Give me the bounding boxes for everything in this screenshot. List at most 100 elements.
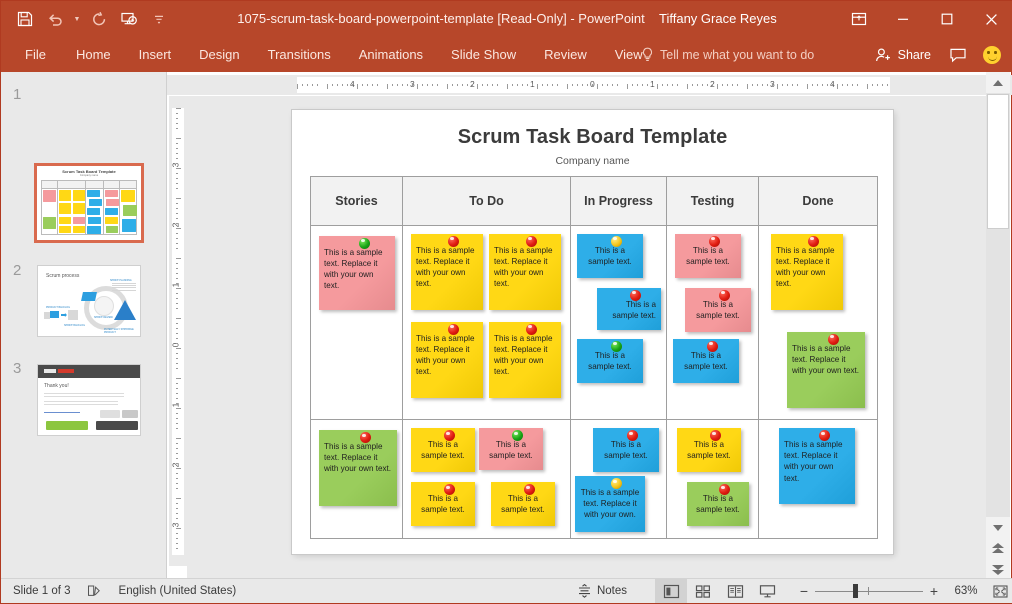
reading-view-button[interactable] — [719, 579, 751, 603]
scroll-down-icon[interactable] — [986, 517, 1010, 538]
slide-sorter-button[interactable] — [687, 579, 719, 603]
next-slide-icon[interactable] — [986, 559, 1010, 580]
spelling-icon[interactable] — [79, 579, 111, 603]
cell-testing-2[interactable]: This is a sample text. This is a sample t… — [667, 420, 759, 539]
sticky-note-text: This is a sample text. — [687, 440, 731, 461]
zoom-level[interactable]: 63% — [945, 585, 987, 597]
sticky-note[interactable]: This is a sample text. — [673, 338, 739, 383]
sticky-note[interactable]: This is a sample text. Replace it with y… — [319, 430, 397, 506]
slide-editing-area[interactable]: Scrum Task Board Template Company name S… — [187, 96, 987, 580]
scrollbar-thumb[interactable] — [987, 94, 1009, 229]
maximize-icon[interactable] — [925, 1, 969, 37]
slide-subtitle[interactable]: Company name — [292, 155, 893, 167]
cell-done-2[interactable]: This is a sample text. Replace it with y… — [759, 420, 877, 538]
sticky-note[interactable]: This is a sample text. — [479, 428, 543, 470]
sticky-note-text: This is a sample text. — [489, 440, 533, 461]
cell-progress-1[interactable]: This is a sample text. This is a sample t… — [571, 225, 667, 419]
pushpin-icon — [611, 235, 622, 247]
slide-show-button[interactable] — [751, 579, 783, 603]
tab-slide-show[interactable]: Slide Show — [437, 37, 530, 72]
cell-testing-1[interactable]: This is a sample text. This is a sample t… — [667, 225, 759, 419]
slide-thumbnail-3[interactable]: Thank you! — [37, 364, 141, 436]
sticky-note[interactable]: This is a sample text. Replace it with y… — [319, 235, 395, 310]
sticky-note[interactable]: This is a sample text. — [597, 287, 661, 330]
sticky-note[interactable]: This is a sample text. — [687, 482, 749, 526]
slide-canvas[interactable]: Scrum Task Board Template Company name S… — [292, 110, 893, 554]
slide-thumbnail-1[interactable]: Scrum Task Board Template Company name — [34, 163, 144, 243]
scroll-up-icon[interactable] — [986, 72, 1010, 93]
tab-transitions[interactable]: Transitions — [254, 37, 345, 72]
slide-thumbnail-2[interactable]: Scrum process PRODUCT BACKLOG SPRINT PLA… — [37, 265, 141, 337]
cell-todo-1[interactable]: This is a sample text. Replace it with y… — [403, 225, 571, 419]
close-icon[interactable] — [969, 1, 1012, 37]
sticky-note[interactable]: This is a sample text. Replace it with y… — [489, 233, 561, 310]
minimize-icon[interactable] — [881, 1, 925, 37]
ribbon-display-options-icon[interactable] — [837, 1, 881, 37]
sticky-note[interactable]: This is a sample text. Replace it with y… — [787, 331, 865, 408]
previous-slide-icon[interactable] — [986, 538, 1010, 559]
sticky-note[interactable]: This is a sample text. — [411, 482, 475, 526]
pushpin-icon — [707, 340, 718, 352]
sticky-note[interactable]: This is a sample text. — [577, 233, 643, 278]
sticky-note[interactable]: This is a sample text. — [577, 338, 643, 383]
start-presentation-icon[interactable] — [115, 5, 143, 33]
customize-qat-icon[interactable] — [145, 5, 173, 33]
sticky-note[interactable]: This is a sample text. Replace it with y… — [489, 321, 561, 398]
tab-home[interactable]: Home — [62, 37, 125, 72]
sticky-note[interactable]: This is a sample text. Replace it with y… — [411, 321, 483, 398]
sticky-note[interactable]: This is a sample text. Replace it with y… — [575, 476, 645, 532]
sticky-note[interactable]: This is a sample text. Replace it with y… — [779, 428, 855, 504]
cell-stories-1[interactable]: This is a sample text. Replace it with y… — [311, 225, 403, 419]
sticky-note-text: This is a sample text. — [696, 494, 740, 515]
zoom-slider-knob[interactable] — [853, 584, 858, 598]
tab-review[interactable]: Review — [530, 37, 601, 72]
redo-icon[interactable] — [85, 5, 113, 33]
pushpin-icon — [526, 323, 537, 335]
tell-me-search[interactable]: Tell me what you want to do — [641, 37, 814, 72]
zoom-slider[interactable] — [815, 579, 923, 603]
fit-to-window-icon[interactable] — [987, 579, 1012, 603]
scrum-task-board: Stories To Do In Progress Testing Done T… — [310, 176, 878, 539]
slide-title[interactable]: Scrum Task Board Template — [292, 126, 893, 149]
zoom-out-button[interactable]: − — [793, 579, 815, 603]
account-smiley-icon[interactable] — [977, 41, 1007, 69]
vertical-ruler[interactable]: 3 2 1 0 1 2 3 — [169, 96, 187, 566]
sticky-note[interactable]: This is a sample text. — [675, 233, 741, 278]
sticky-note[interactable]: This is a sample text. Replace it with y… — [771, 233, 843, 310]
slide-vertical-scrollbar[interactable] — [986, 72, 1010, 580]
sticky-note[interactable]: This is a sample text. — [677, 428, 741, 472]
save-icon[interactable] — [11, 5, 39, 33]
tab-insert[interactable]: Insert — [125, 37, 186, 72]
normal-view-button[interactable] — [655, 579, 687, 603]
thumbnail-number-2: 2 — [13, 262, 22, 279]
zoom-in-button[interactable]: + — [923, 579, 945, 603]
thumb2-label-5: POTENTIALLY SHIPPABLE PRODUCT — [104, 328, 134, 334]
tab-design[interactable]: Design — [185, 37, 253, 72]
thumbnail-number-1: 1 — [13, 86, 22, 103]
tab-file[interactable]: File — [9, 37, 62, 72]
sticky-note[interactable]: This is a sample text. Replace it with y… — [411, 233, 483, 310]
cell-done-1[interactable]: This is a sample text. Replace it with y… — [759, 226, 877, 419]
tab-animations[interactable]: Animations — [345, 37, 437, 72]
horizontal-ruler[interactable]: 4 3 2 1 0 1 2 3 4 — [167, 75, 1012, 95]
cell-stories-2[interactable]: This is a sample text. Replace it with y… — [311, 420, 403, 539]
sticky-note-text: This is a sample text. — [696, 299, 740, 320]
sticky-note[interactable]: This is a sample text. — [411, 428, 475, 472]
sticky-note[interactable]: This is a sample text. — [491, 482, 555, 526]
sticky-note-text: This is a sample text. Replace it with y… — [416, 333, 475, 377]
slide-thumbnail-pane[interactable]: 1 Scrum Task Board Template Company name — [1, 72, 167, 580]
language-indicator[interactable]: English (United States) — [111, 579, 245, 603]
slide-counter[interactable]: Slide 1 of 3 — [5, 579, 79, 603]
sticky-note[interactable]: This is a sample text. — [593, 428, 659, 472]
cell-todo-2[interactable]: This is a sample text. This is a sample t… — [403, 420, 571, 539]
cell-progress-2[interactable]: This is a sample text. This is a sample t… — [571, 420, 667, 539]
pushpin-icon — [524, 484, 535, 495]
comments-icon[interactable] — [943, 41, 973, 69]
undo-dropdown-icon[interactable]: ▼ — [71, 5, 83, 33]
undo-icon[interactable] — [41, 5, 69, 33]
column-header-stories: Stories — [311, 177, 403, 225]
sticky-note-text: This is a sample text. — [684, 350, 728, 371]
share-button[interactable]: Share — [867, 41, 939, 69]
sticky-note[interactable]: This is a sample text. — [685, 287, 751, 332]
notes-button[interactable]: Notes — [569, 579, 635, 603]
